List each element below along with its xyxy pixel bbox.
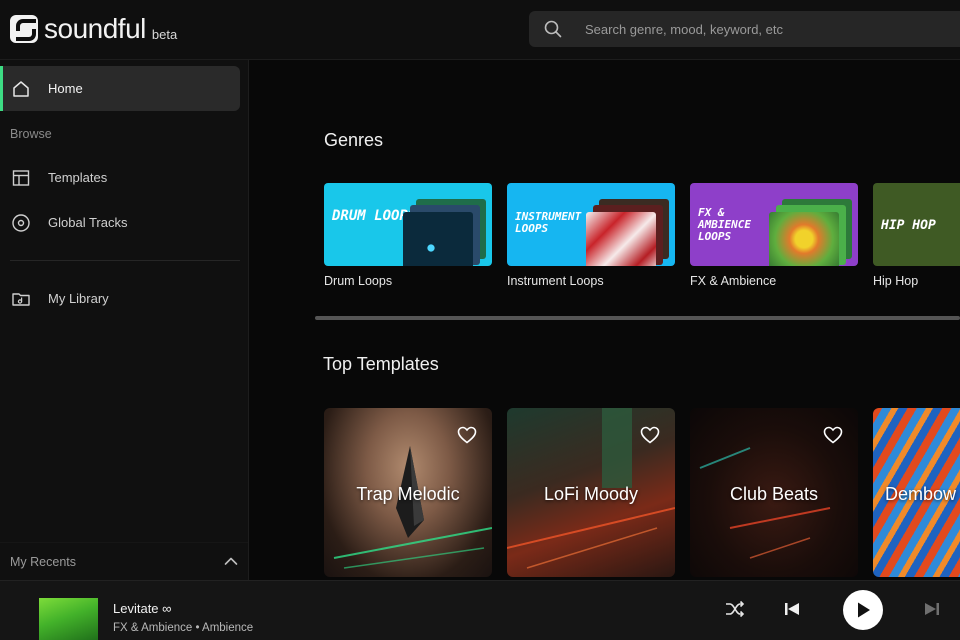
templates-icon	[10, 167, 32, 189]
sidebar-item-label: Global Tracks	[48, 215, 128, 230]
shuffle-button[interactable]	[722, 596, 748, 622]
genre-art-text: FX & AMBIENCE LOOPS	[698, 206, 751, 244]
sidebar-item-label: My Library	[48, 291, 109, 306]
template-card-lofi-moody[interactable]: LoFi Moody	[507, 408, 675, 577]
next-icon	[925, 603, 939, 615]
play-button[interactable]	[843, 590, 883, 630]
genre-card-fx-ambience[interactable]: FX & AMBIENCE LOOPS FX & Ambience	[690, 183, 858, 288]
disc-icon	[10, 212, 32, 234]
sidebar: Home Browse Templates Global Tracks My L…	[0, 60, 249, 580]
previous-button[interactable]	[780, 597, 804, 621]
genre-card-drum-loops[interactable]: DRUM LOOPS Drum Loops	[324, 183, 492, 288]
genre-card-instrument-loops[interactable]: INSTRUMENT LOOPS Instrument Loops	[507, 183, 675, 288]
genres-heading: Genres	[324, 130, 384, 150]
favorite-heart-icon[interactable]	[639, 424, 661, 446]
template-card-trap-melodic[interactable]: Trap Melodic	[324, 408, 492, 577]
library-icon	[10, 288, 32, 310]
track-artwork[interactable]	[39, 598, 98, 640]
template-label: Dembow	[885, 484, 957, 504]
template-label: Club Beats	[729, 484, 819, 504]
favorite-heart-icon[interactable]	[822, 424, 844, 446]
next-button[interactable]	[920, 597, 944, 621]
top-templates-heading: Top Templates	[323, 354, 439, 374]
artwork-layer	[586, 212, 656, 266]
genre-card-hip-hop[interactable]: HIP HOP Hip Hop	[873, 183, 960, 288]
sidebar-item-home[interactable]: Home	[0, 66, 240, 111]
shuffle-icon	[726, 600, 745, 618]
artwork-layer	[769, 212, 839, 266]
template-label: Trap Melodic	[356, 484, 460, 504]
genre-artwork: DRUM LOOPS	[324, 183, 492, 266]
genre-label: Hip Hop	[873, 274, 919, 288]
search-icon	[533, 11, 573, 47]
home-icon	[10, 78, 32, 100]
play-icon	[858, 602, 870, 618]
previous-icon	[785, 603, 799, 615]
beta-badge: beta	[151, 26, 178, 42]
player-bar: Levitate ∞ FX & Ambience • Ambience	[0, 580, 960, 640]
genre-label: FX & Ambience	[690, 274, 777, 288]
template-card-dembow[interactable]: Dembow	[873, 408, 960, 577]
logo-wordmark: soundful	[44, 13, 146, 44]
genre-label: Drum Loops	[324, 274, 393, 288]
track-subtitle: FX & Ambience • Ambience	[113, 622, 254, 634]
chevron-up-icon	[224, 555, 238, 569]
genre-art-text: INSTRUMENT LOOPS	[515, 210, 582, 236]
sidebar-item-label: Templates	[48, 170, 108, 185]
genre-art-text: HIP HOP	[881, 218, 936, 233]
genres-horizontal-scrollbar[interactable]	[315, 316, 960, 320]
favorite-heart-icon[interactable]	[456, 424, 478, 446]
template-card-club-beats[interactable]: Club Beats	[690, 408, 858, 577]
genre-artwork: INSTRUMENT LOOPS	[507, 183, 675, 266]
genre-label: Instrument Loops	[507, 274, 604, 288]
sidebar-item-my-library[interactable]: My Library	[0, 276, 240, 321]
genre-artwork: HIP HOP	[873, 183, 960, 266]
sidebar-divider	[10, 260, 240, 261]
top-bar: soundful beta	[0, 0, 960, 60]
artwork-layer	[403, 212, 473, 266]
soundful-logo[interactable]: soundful beta	[10, 12, 177, 46]
search-input[interactable]	[585, 21, 945, 37]
track-title[interactable]: Levitate ∞	[113, 601, 171, 616]
genre-artwork: FX & AMBIENCE LOOPS	[690, 183, 858, 266]
sidebar-item-templates[interactable]: Templates	[0, 155, 240, 200]
sidebar-item-global-tracks[interactable]: Global Tracks	[0, 200, 240, 245]
search-bar[interactable]	[529, 11, 960, 47]
recents-label: My Recents	[10, 554, 76, 569]
sidebar-item-label: Home	[48, 81, 83, 96]
soundful-logo-mark	[10, 15, 38, 43]
main-content: Genres DRUM LOOPS Drum Loops INSTRUMENT …	[249, 60, 960, 580]
my-recents-toggle[interactable]: My Recents	[0, 542, 248, 580]
template-label: LoFi Moody	[543, 484, 639, 504]
browse-section-label: Browse	[10, 127, 52, 141]
